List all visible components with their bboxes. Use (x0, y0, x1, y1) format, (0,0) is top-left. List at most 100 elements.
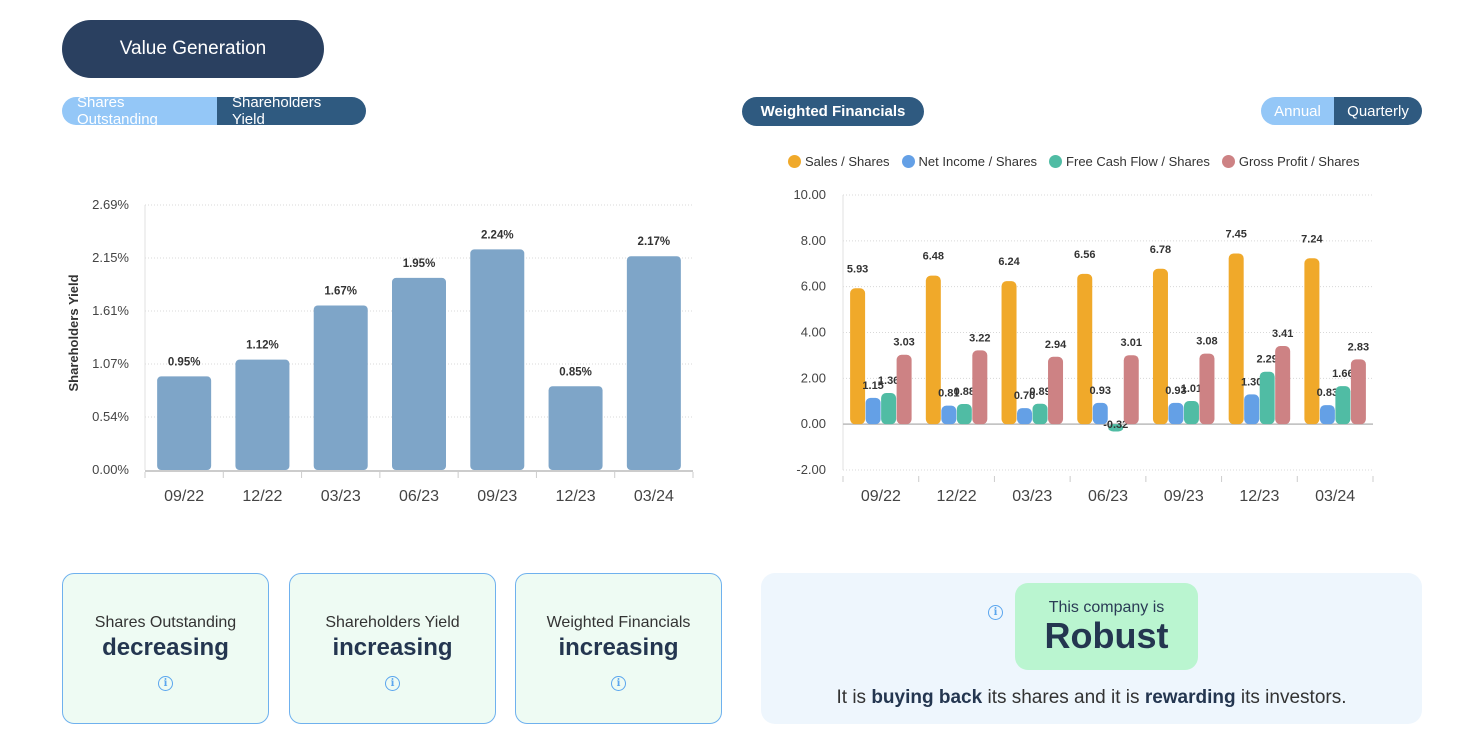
bar-value-label: 3.41 (1272, 328, 1293, 340)
bar (157, 376, 212, 470)
bar-value-label: 5.93 (847, 263, 868, 275)
x-tick-label: 03/24 (1315, 488, 1355, 505)
summary-panel: i This company is Robust It is buying ba… (761, 573, 1422, 724)
bar-value-label: 3.22 (969, 332, 990, 344)
card-value: decreasing (102, 634, 229, 661)
x-tick-label: 12/23 (1239, 488, 1279, 505)
info-icon[interactable]: i (611, 676, 626, 691)
bar-value-label: 2.17% (638, 236, 671, 248)
bar-value-label: 6.48 (923, 251, 944, 263)
bar (1183, 401, 1199, 425)
x-tick-label: 09/23 (1164, 488, 1204, 505)
x-tick-label: 12/23 (556, 488, 596, 505)
y-tick-label: 0.54% (92, 409, 129, 424)
bar (941, 405, 957, 425)
bar (1275, 346, 1291, 425)
card-shares-outstanding: Shares Outstanding decreasing i (62, 573, 269, 724)
bar-value-label: 6.56 (1074, 249, 1095, 261)
bar-value-label: 1.01 (1181, 383, 1202, 395)
bar (1001, 281, 1017, 425)
summary-text-part: its shares and it is (982, 687, 1145, 708)
card-value: increasing (332, 634, 453, 661)
y-tick-label: 10.00 (793, 187, 826, 202)
y-tick-label: 2.00 (801, 370, 826, 385)
bar (313, 305, 368, 470)
info-icon[interactable]: i (385, 676, 400, 691)
bar (626, 256, 681, 470)
bar-value-label: 1.66 (1332, 368, 1353, 380)
bar (235, 359, 290, 470)
bar-value-label: 1.12% (246, 340, 279, 352)
bar (972, 350, 988, 425)
bar-value-label: 0.89 (1029, 386, 1050, 398)
x-tick-label: 09/22 (164, 488, 204, 505)
bar-value-label: 0.85% (559, 366, 592, 378)
bar (1244, 394, 1260, 425)
y-tick-label: 4.00 (801, 325, 826, 340)
bar-value-label: 6.78 (1150, 244, 1171, 256)
card-shareholders-yield: Shareholders Yield increasing i (289, 573, 496, 724)
x-tick-label: 03/23 (321, 488, 361, 505)
y-tick-label: 8.00 (801, 233, 826, 248)
bar (1304, 258, 1320, 425)
bar (548, 386, 603, 470)
summary-text-part: It is (836, 687, 872, 708)
info-icon[interactable]: i (158, 676, 173, 691)
bar-value-label: 2.83 (1348, 341, 1369, 353)
verdict-badge: This company is Robust (1015, 583, 1198, 670)
verdict-value: Robust (1044, 614, 1169, 656)
bar (1199, 353, 1215, 425)
y-tick-label: 1.07% (92, 356, 129, 371)
y-tick-label: 1.61% (92, 303, 129, 318)
y-tick-label: 2.69% (92, 197, 129, 212)
card-value: increasing (558, 634, 679, 661)
x-tick-label: 03/24 (634, 488, 674, 505)
bar-value-label: 1.95% (403, 258, 436, 270)
bar-value-label: 3.01 (1121, 337, 1142, 349)
bar-value-label: 2.94 (1045, 339, 1067, 351)
bar (1123, 355, 1139, 425)
bar (896, 354, 912, 425)
bar-value-label: 3.03 (893, 337, 914, 349)
bar (1077, 273, 1093, 425)
bar-value-label: 6.24 (998, 256, 1020, 268)
y-axis-title: Shareholders Yield (66, 274, 81, 391)
x-tick-label: 09/22 (861, 488, 901, 505)
bar (1350, 359, 1366, 425)
summary-text-part: its investors. (1235, 687, 1347, 708)
bar (1168, 402, 1184, 425)
bar (1228, 253, 1244, 425)
info-icon[interactable]: i (988, 605, 1003, 620)
bar (1259, 371, 1275, 425)
bar-value-label: 2.24% (481, 229, 514, 241)
bar (1017, 408, 1033, 425)
x-tick-label: 06/23 (399, 488, 439, 505)
card-label: Shares Outstanding (94, 614, 237, 631)
bar (1335, 386, 1351, 425)
y-tick-label: 0.00% (92, 462, 129, 477)
weighted-financials-chart: -2.00 0.00 2.00 4.00 6.00 8.00 10.00 09/22 5.93 1… (793, 187, 1374, 505)
bar (881, 393, 897, 425)
x-tick-label: 06/23 (1088, 488, 1128, 505)
card-weighted-financials: Weighted Financials increasing i (515, 573, 722, 724)
bar (865, 397, 881, 425)
y-tick-label: -2.00 (796, 462, 826, 477)
bar (925, 275, 941, 425)
shareholders-yield-chart: 0.00% 0.54% 1.07% 1.61% 2.15% 2.69% 09/22 0.95%… (66, 197, 694, 505)
bar-value-label: 3.08 (1196, 336, 1217, 348)
bar (1048, 356, 1064, 425)
bar (1152, 268, 1168, 425)
bar (956, 404, 972, 425)
card-label: Weighted Financials (546, 614, 691, 631)
bar-value-label: 7.45 (1225, 228, 1246, 240)
bar-value-label: 1.30 (1241, 376, 1262, 388)
y-tick-label: 2.15% (92, 250, 129, 265)
bar-value-label: 1.36 (878, 375, 899, 387)
bar-value-label: 0.83 (1317, 387, 1338, 399)
x-tick-label: 12/22 (242, 488, 282, 505)
card-label: Shareholders Yield (325, 614, 460, 631)
bar (1032, 403, 1048, 425)
verdict-prefix: This company is (1048, 598, 1165, 616)
bar (850, 288, 866, 425)
bar-value-label: 7.24 (1301, 233, 1323, 245)
